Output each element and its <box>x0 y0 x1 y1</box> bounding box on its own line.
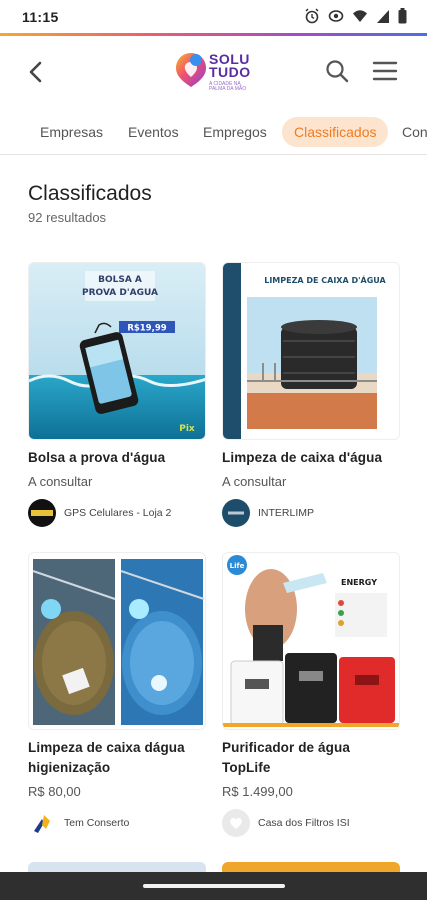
wrench-person-icon <box>34 815 50 833</box>
tab-empresas[interactable]: Empresas <box>40 117 103 147</box>
listing-card[interactable]: LIMPEZA DE CAIXA D'ÁGUA Limpeza de caixa… <box>222 262 400 527</box>
menu-button[interactable] <box>372 60 398 82</box>
listing-image[interactable]: BOLSA A PROVA D'AGUA R$19,99 Pix <box>28 262 206 440</box>
search-button[interactable] <box>324 58 350 84</box>
hamburger-menu-icon <box>372 61 398 81</box>
tab-eventos[interactable]: Eventos <box>128 117 179 147</box>
seller-avatar <box>222 499 250 527</box>
tab-empregos[interactable]: Empregos <box>203 117 267 147</box>
seller-name: INTERLIMP <box>258 507 315 519</box>
seller-info[interactable]: INTERLIMP <box>222 499 400 527</box>
listing-card[interactable]: Limpeza de caixa dágua higienização R$ 8… <box>28 552 206 837</box>
listing-card[interactable]: BOLSA A PROVA D'AGUA R$19,99 Pix Bolsa a… <box>28 262 206 527</box>
status-icons <box>304 8 407 24</box>
image-price-tag: R$19,99 <box>127 324 166 334</box>
listing-title[interactable]: Limpeza de caixa dágua higienização <box>28 738 206 778</box>
seller-name: GPS Celulares - Loja 2 <box>64 507 172 519</box>
results-count: 92 resultados <box>28 210 107 225</box>
svg-text:Life: Life <box>230 562 245 570</box>
svg-text:Pix: Pix <box>179 424 195 434</box>
logo-pin-icon <box>176 53 206 87</box>
listing-image[interactable]: Life ENERGY <box>222 552 400 730</box>
image-caption: ENERGY <box>341 578 377 587</box>
signal-icon <box>377 10 389 23</box>
tank-before-after-image <box>29 553 205 729</box>
listing-title[interactable]: Limpeza de caixa d'água <box>222 448 400 468</box>
seller-info[interactable]: Tem Conserto <box>28 809 206 837</box>
wifi-icon <box>353 10 367 22</box>
logo-line-2: TUDO <box>209 64 251 80</box>
seller-info[interactable]: GPS Celulares - Loja 2 <box>28 499 206 527</box>
tabs-divider <box>0 154 427 155</box>
seller-logo-icon <box>31 510 53 516</box>
listing-title[interactable]: Bolsa a prova d'água <box>28 448 206 468</box>
seller-name: Casa dos Filtros ISI <box>258 817 350 829</box>
battery-icon <box>398 8 407 24</box>
image-caption-line1: BOLSA A <box>98 275 142 285</box>
image-caption: LIMPEZA DE CAIXA D'ÁGUA <box>264 274 386 285</box>
status-time: 11:15 <box>22 9 59 25</box>
back-button[interactable] <box>22 58 50 86</box>
seller-info[interactable]: Casa dos Filtros ISI <box>222 809 400 837</box>
listing-price: A consultar <box>28 474 93 489</box>
seller-avatar <box>28 499 56 527</box>
home-gesture-handle[interactable] <box>143 884 285 888</box>
seller-avatar <box>28 809 56 837</box>
water-tank-cleaning-image: LIMPEZA DE CAIXA D'ÁGUA <box>223 263 399 439</box>
logo-tagline: A CIDADE NA PALMA DA MÃO <box>209 81 247 92</box>
listing-image[interactable]: LIMPEZA DE CAIXA D'ÁGUA <box>222 262 400 440</box>
tab-classificados[interactable]: Classificados <box>282 117 389 147</box>
listing-title[interactable]: Purificador de água TopLife <box>222 738 400 778</box>
seller-logo-icon <box>228 511 244 515</box>
seller-avatar <box>222 809 250 837</box>
heart-placeholder-icon <box>230 817 242 829</box>
system-navigation-bar <box>0 872 427 900</box>
listing-price: R$ 1.499,00 <box>222 784 293 799</box>
logo-wordmark: SOLU TUDO <box>209 52 251 80</box>
page-title: Classificados <box>28 182 152 205</box>
alarm-icon <box>305 8 319 24</box>
search-icon <box>326 60 349 83</box>
listing-price: A consultar <box>222 474 287 489</box>
chevron-left-icon <box>29 61 42 83</box>
category-tabs: Empresas Eventos Empregos Classificados … <box>0 113 427 153</box>
seller-name: Tem Conserto <box>64 817 130 829</box>
listing-image[interactable] <box>28 552 206 730</box>
water-purifier-image: Life ENERGY <box>223 553 399 729</box>
solutudo-logo[interactable]: SOLU TUDO A CIDADE NA PALMA DA MÃO <box>174 48 256 96</box>
listing-card[interactable]: Life ENERGY Purificador de água TopLife … <box>222 552 400 837</box>
waterproof-bag-image: BOLSA A PROVA D'AGUA R$19,99 Pix <box>29 263 205 439</box>
listing-price: R$ 80,00 <box>28 784 81 799</box>
eye-icon <box>328 10 344 22</box>
image-caption-line2: PROVA D'AGUA <box>82 288 158 298</box>
status-bar: 11:15 <box>0 0 427 34</box>
app-header: SOLU TUDO A CIDADE NA PALMA DA MÃO <box>0 36 427 108</box>
tab-con[interactable]: Con <box>402 117 427 147</box>
